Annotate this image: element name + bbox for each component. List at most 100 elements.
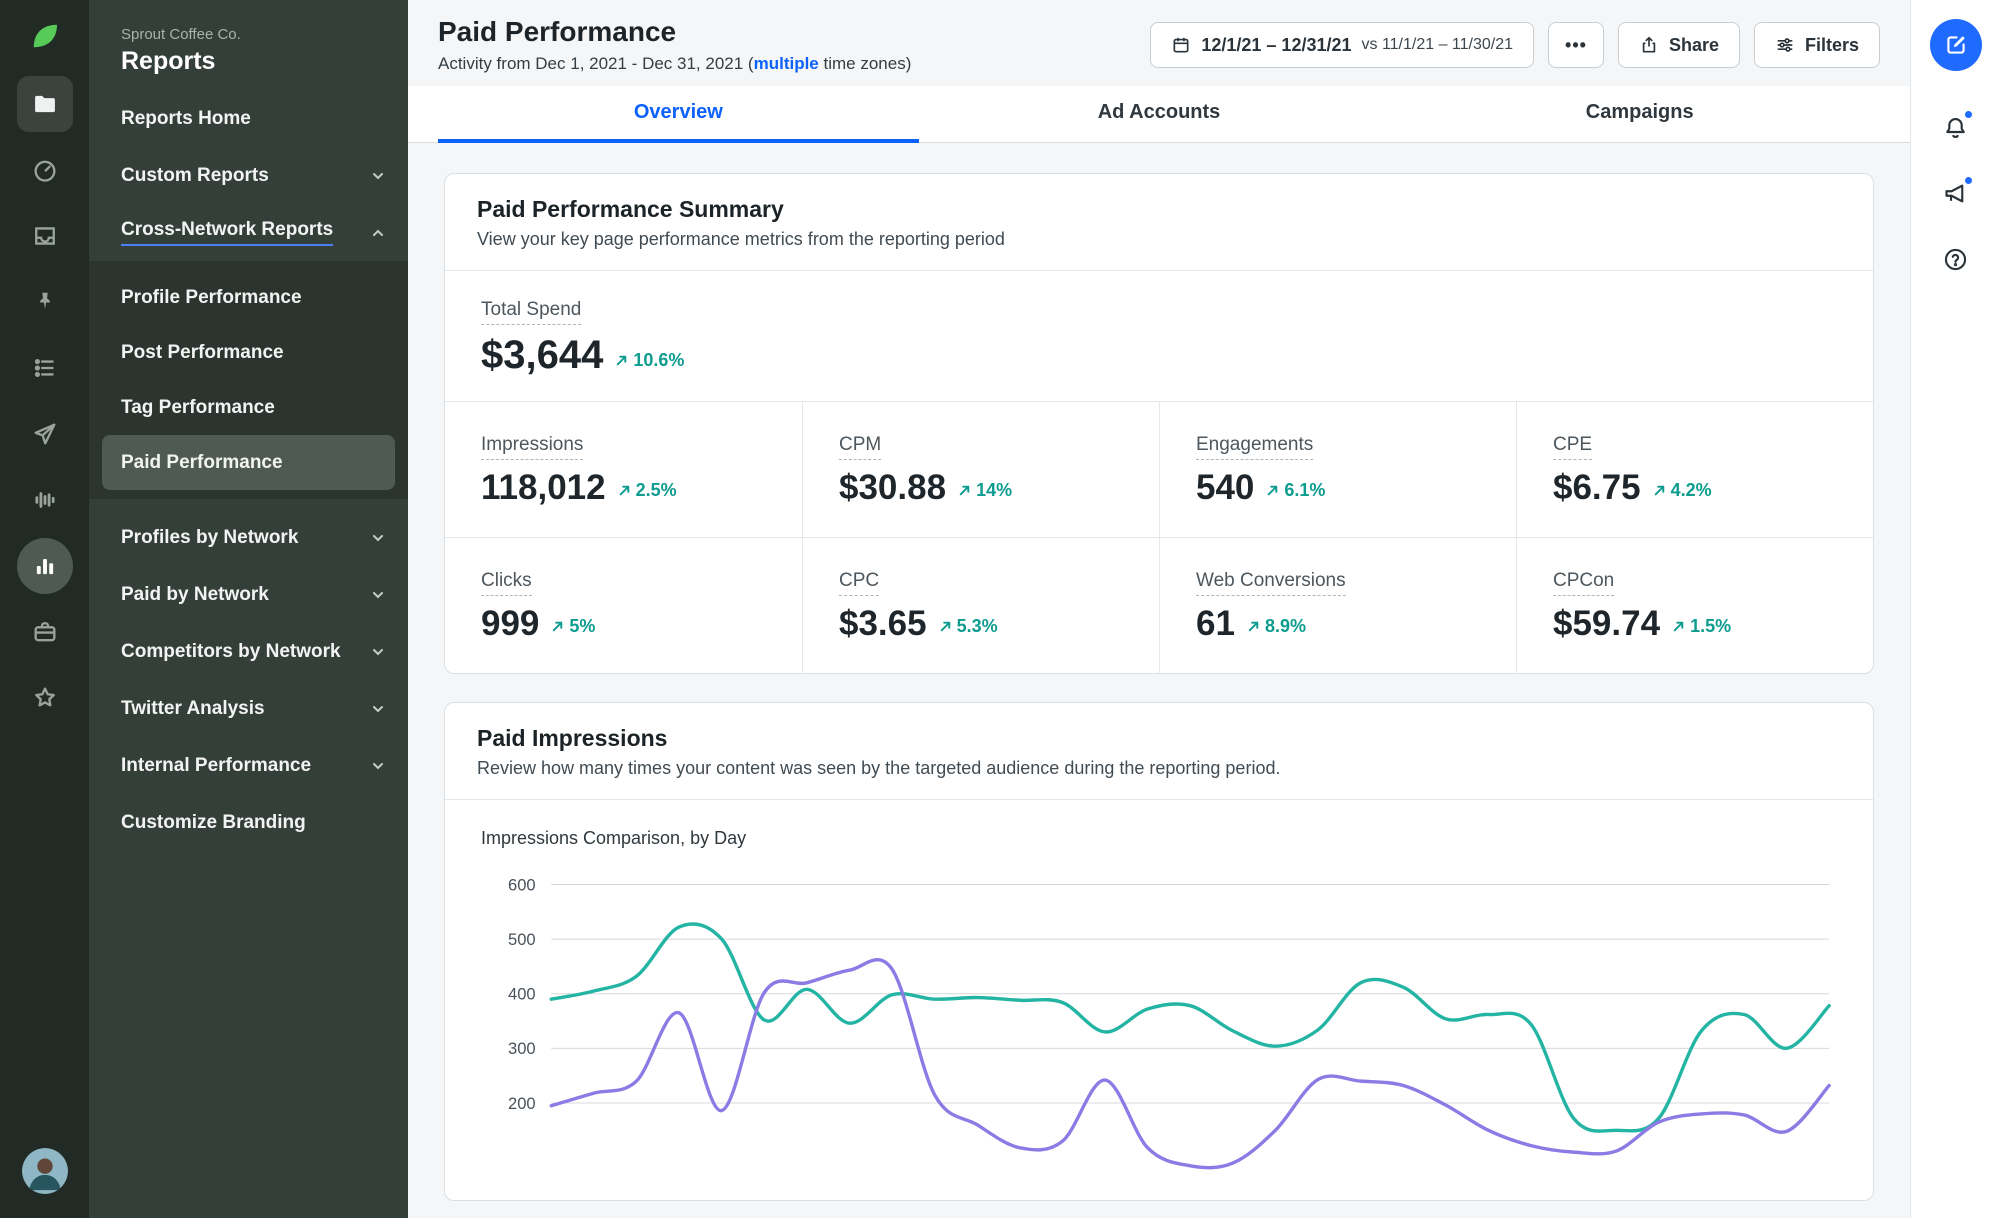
metric-value: $59.74 [1553,604,1661,643]
more-options-button[interactable]: ••• [1548,22,1604,68]
sidebar-title: Reports [121,47,216,75]
report-body: Paid Performance Summary View your key p… [408,143,1910,1218]
metric-change: 5% [551,616,595,641]
svg-text:300: 300 [508,1039,536,1058]
more-options-icon: ••• [1565,34,1587,55]
metric-label[interactable]: Impressions [481,434,584,460]
feed-icon[interactable] [17,340,73,396]
folder-icon[interactable] [16,76,73,132]
reports-sidebar: Sprout Coffee Co. Reports Reports Home C… [89,0,408,1218]
sprout-logo[interactable] [23,14,67,58]
trend-up-icon [1268,485,1278,496]
metric-label[interactable]: Engagements [1196,434,1314,460]
share-icon [1642,36,1656,53]
metric-label[interactable]: CPC [839,570,880,596]
listening-icon[interactable] [17,472,73,528]
header-actions: 12/1/21 – 12/31/21 vs 11/1/21 – 11/30/21… [1150,16,1880,68]
filters-button[interactable]: Filters [1753,22,1880,68]
metric-engagements: Engagements 540 6.1% [1159,402,1516,537]
metric-label[interactable]: Web Conversions [1196,570,1346,596]
svg-text:400: 400 [508,985,536,1004]
metric-change: 4.2% [1653,480,1712,505]
metric-change: 14% [958,480,1012,505]
trend-up-icon [959,485,970,496]
metric-value: $6.75 [1553,468,1641,507]
notifications-button[interactable] [1934,105,1978,149]
tab-ad-accounts[interactable]: Ad Accounts [919,86,1400,143]
sidebar-item-post-performance[interactable]: Post Performance [89,325,408,380]
sidebar-item-customize-branding[interactable]: Customize Branding [89,794,408,851]
metric-total-spend: Total Spend $3,644 10.6% [445,271,1873,402]
reviews-icon[interactable] [17,670,73,726]
metric-cpcon: CPCon $59.74 1.5% [1516,537,1873,673]
announcements-button[interactable] [1934,171,1978,215]
date-range-button[interactable]: 12/1/21 – 12/31/21 vs 11/1/21 – 11/30/21 [1150,22,1535,68]
sidebar-item-competitors-by-network[interactable]: Competitors by Network [89,623,408,680]
notification-dot [1962,109,1974,120]
user-avatar[interactable] [21,1148,68,1194]
chevron-up-icon [373,229,383,236]
impressions-card-subtitle: Review how many times your content was s… [477,758,1281,778]
dashboard-icon[interactable] [17,142,73,198]
trend-up-icon [1248,621,1259,632]
sidebar-item-custom-reports[interactable]: Custom Reports [89,147,408,204]
paid-impressions-card: Paid Impressions Review how many times y… [444,702,1874,1201]
sidebar-item-paid-performance[interactable]: Paid Performance [102,435,395,490]
sidebar-item-twitter-analysis[interactable]: Twitter Analysis [89,680,408,737]
metric-cpm: CPM $30.88 14% [802,402,1159,537]
advocacy-icon[interactable] [17,604,73,660]
summary-card-subtitle: View your key page performance metrics f… [477,229,1005,249]
metric-value: $3,644 [481,333,604,377]
reports-icon[interactable] [16,538,73,594]
metric-value: 61 [1196,604,1235,643]
help-button[interactable] [1934,237,1978,281]
chevron-down-icon [373,534,383,541]
sidebar-item-reports-home[interactable]: Reports Home [89,90,408,147]
publish-icon[interactable] [17,406,73,462]
notification-dot [1962,175,1974,186]
share-button[interactable]: Share [1617,22,1740,68]
metric-change: 1.5% [1672,616,1731,641]
metric-label[interactable]: Total Spend [481,299,582,325]
help-icon [1944,248,1967,270]
svg-text:200: 200 [508,1094,536,1113]
sidebar-item-internal-performance[interactable]: Internal Performance [89,737,408,794]
metric-cpc: CPC $3.65 5.3% [802,537,1159,673]
main-content: Paid Performance Activity from Dec 1, 20… [408,0,1910,1218]
calendar-icon [1173,37,1189,53]
metric-label[interactable]: Clicks [481,570,532,596]
sidebar-item-profile-performance[interactable]: Profile Performance [89,270,408,325]
sidebar-item-paid-by-network[interactable]: Paid by Network [89,566,408,623]
inbox-icon[interactable] [17,208,73,264]
sidebar-lower-group: Profiles by Network Paid by Network Comp… [89,509,408,851]
trend-up-icon [940,621,950,632]
page-header: Paid Performance Activity from Dec 1, 20… [408,0,1910,86]
primary-nav-rail [0,0,89,1218]
metric-label[interactable]: CPM [839,434,882,460]
metric-label[interactable]: CPCon [1553,570,1615,596]
metric-label[interactable]: CPE [1553,434,1593,460]
utility-rail [1910,0,2000,1218]
sidebar-item-cross-network-reports[interactable]: Cross-Network Reports [89,204,408,261]
summary-card-title: Paid Performance Summary [477,196,784,222]
tab-campaigns[interactable]: Campaigns [1399,86,1880,143]
sidebar-item-profiles-by-network[interactable]: Profiles by Network [89,509,408,566]
page-subtitle: Activity from Dec 1, 2021 - Dec 31, 2021… [438,54,912,73]
impressions-chart: 600 500 400 300 200 [508,875,1831,1170]
sprout-leaf-icon [33,24,57,48]
metric-change: 8.9% [1247,616,1306,641]
app-root: Sprout Coffee Co. Reports Reports Home C… [0,0,2000,1218]
chevron-down-icon [373,591,383,598]
trend-up-icon [1673,621,1684,632]
metric-value: 540 [1196,468,1255,507]
metric-value: $3.65 [839,604,927,643]
timezones-link[interactable]: multiple [754,54,819,73]
metrics-grid: Impressions 118,012 2.5% CPM $30.88 14% … [445,402,1873,673]
summary-card-header: Paid Performance Summary View your key p… [445,174,1873,271]
company-name: Sprout Coffee Co. [121,26,241,43]
pin-icon[interactable] [17,274,73,330]
sidebar-item-tag-performance[interactable]: Tag Performance [89,380,408,435]
compose-button[interactable] [1929,19,1982,71]
metric-change: 5.3% [939,616,998,641]
tab-overview[interactable]: Overview [438,86,919,143]
